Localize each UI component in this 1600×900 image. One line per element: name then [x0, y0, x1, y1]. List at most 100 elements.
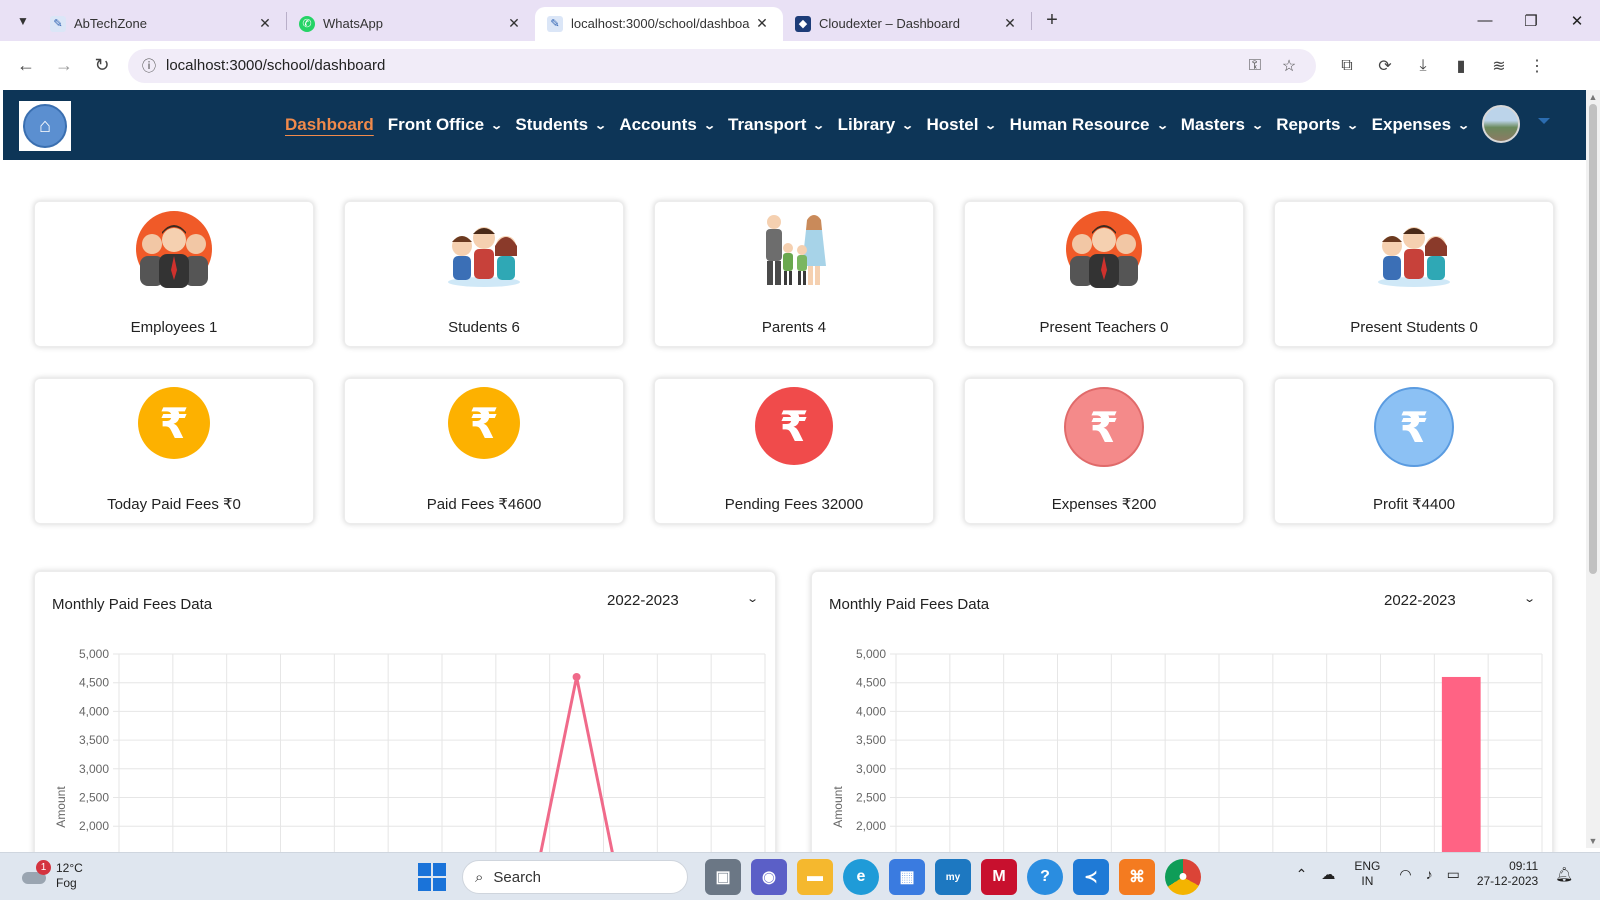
fee-card-paid[interactable]: ₹ Paid Fees ₹4600 [344, 378, 624, 524]
password-key-icon[interactable]: ⚿ [1238, 57, 1272, 75]
forward-arrow-icon[interactable]: → [46, 48, 82, 84]
fee-card-profit[interactable]: ₹ Profit ₹4400 [1274, 378, 1554, 524]
fee-card-expenses[interactable]: ₹ Expenses ₹200 [964, 378, 1244, 524]
file-explorer-icon[interactable]: ▬ [797, 859, 833, 895]
tab-search-chevron-icon[interactable]: ▼ [8, 6, 38, 36]
stat-card-present-students[interactable]: Present Students 0 [1274, 201, 1554, 347]
tab-whatsapp[interactable]: ✆ WhatsApp ✕ [287, 7, 535, 41]
site-info-icon[interactable]: ⓘ [138, 56, 160, 76]
tab-title: Cloudexter – Dashboard [819, 16, 960, 31]
close-tab-icon[interactable]: ✕ [753, 15, 771, 32]
weather-widget[interactable]: 1 12°C Fog [20, 860, 83, 891]
chrome-icon[interactable]: ● [1165, 859, 1201, 895]
stat-card-employees[interactable]: Employees 1 [34, 201, 314, 347]
edge-icon[interactable]: e [843, 859, 879, 895]
xampp-icon[interactable]: ⌘ [1119, 859, 1155, 895]
scroll-up-icon[interactable]: ▲ [1586, 92, 1600, 102]
tab-title: AbTechZone [74, 16, 147, 31]
nav-hostel[interactable]: Hostel ⌄ [926, 115, 997, 135]
avatar[interactable] [1482, 105, 1520, 143]
parents-icon [766, 215, 826, 285]
fee-card-today-paid[interactable]: ₹ Today Paid Fees ₹0 [34, 378, 314, 524]
chevron-down-icon: ⌄ [490, 119, 504, 132]
tab-abtechzone[interactable]: ✎ AbTechZone ✕ [38, 7, 286, 41]
nav-dashboard[interactable]: Dashboard [285, 115, 374, 135]
extensions-puzzle-icon[interactable]: ⧉ [1328, 57, 1366, 75]
wifi-icon[interactable]: ◠ [1399, 866, 1411, 883]
nav-label: Front Office [387, 115, 485, 134]
main-menu: Dashboard Front Office ⌄ Students ⌄ Accoun… [285, 90, 1482, 160]
mysql-workbench-icon[interactable]: my [935, 859, 971, 895]
rupee-icon: ₹ [755, 387, 833, 465]
tab-localhost-dashboard[interactable]: ✎ localhost:3000/school/dashboa ✕ [535, 6, 783, 41]
localhost-favicon-icon: ✎ [547, 15, 563, 32]
system-clock[interactable]: 09:11 27-12-2023 [1477, 859, 1538, 889]
new-tab-plus-icon[interactable]: + [1038, 9, 1066, 32]
scroll-down-icon[interactable]: ▼ [1586, 836, 1600, 846]
chevron-down-icon: ⌄ [1522, 593, 1536, 605]
minimize-icon[interactable]: — [1462, 0, 1508, 41]
download-icon[interactable]: ⤓ [1404, 57, 1442, 75]
scrollbar-thumb[interactable] [1589, 104, 1597, 574]
close-tab-icon[interactable]: ✕ [1001, 15, 1019, 32]
bookmark-star-icon[interactable]: ☆ [1272, 56, 1306, 76]
tab-cloudexter[interactable]: ◆ Cloudexter – Dashboard ✕ [783, 7, 1031, 41]
year-select[interactable]: 2022-2023 ⌄ [607, 592, 759, 609]
y-tick-label: 5,000 [856, 647, 886, 661]
url-text[interactable]: localhost:3000/school/dashboard [166, 57, 1238, 74]
windows-start-icon[interactable] [418, 863, 446, 891]
language-indicator[interactable]: ENG IN [1354, 859, 1380, 889]
nav-front-office[interactable]: Front Office ⌄ [387, 115, 504, 135]
nav-library[interactable]: Library ⌄ [838, 115, 915, 135]
sync-icon[interactable]: ⟳ [1366, 56, 1404, 76]
teachers-icon [1066, 211, 1142, 288]
nav-accounts[interactable]: Accounts ⌄ [619, 115, 716, 135]
show-hidden-icons-chevron-icon[interactable]: ⌃ [1296, 866, 1308, 883]
stat-card-parents[interactable]: Parents 4 [654, 201, 934, 347]
profile-extension-icon[interactable]: ≋ [1480, 56, 1518, 76]
battery-icon[interactable]: ▭ [1447, 866, 1460, 883]
nav-expenses[interactable]: Expenses ⌄ [1372, 115, 1470, 135]
browser-toolbar: ← → ↻ ⓘ localhost:3000/school/dashboard … [0, 41, 1600, 90]
browser-menu-icon[interactable]: ⋮ [1518, 56, 1556, 76]
help-icon[interactable]: ? [1027, 859, 1063, 895]
nav-reports[interactable]: Reports ⌄ [1276, 115, 1359, 135]
stat-label: Parents 4 [761, 319, 827, 336]
y-tick-label: 3,000 [856, 762, 886, 776]
caret-down-icon[interactable] [1538, 118, 1550, 124]
close-tab-icon[interactable]: ✕ [256, 15, 274, 32]
school-logo[interactable]: ⌂ [19, 101, 71, 151]
stat-label: Present Teachers 0 [1039, 319, 1169, 336]
year-select[interactable]: 2022-2023 ⌄ [1384, 592, 1536, 609]
nav-transport[interactable]: Transport ⌄ [728, 115, 825, 135]
nav-masters[interactable]: Masters ⌄ [1181, 115, 1264, 135]
nav-label: Human Resource [1009, 115, 1150, 134]
y-tick-label: 2,000 [856, 819, 886, 833]
teams-chat-icon[interactable]: ◉ [751, 859, 787, 895]
chevron-down-icon: ⌄ [901, 119, 915, 132]
reload-icon[interactable]: ↻ [84, 48, 120, 84]
mcafee-icon[interactable]: M [981, 859, 1017, 895]
close-window-icon[interactable]: ✕ [1554, 0, 1600, 41]
page-scrollbar[interactable]: ▲ ▼ [1586, 90, 1600, 848]
back-arrow-icon[interactable]: ← [8, 48, 44, 84]
ms-store-icon[interactable]: ▦ [889, 859, 925, 895]
stat-card-students[interactable]: Students 6 [344, 201, 624, 347]
close-tab-icon[interactable]: ✕ [505, 15, 523, 32]
side-panel-icon[interactable]: ▮ [1442, 56, 1480, 76]
notification-bell-icon[interactable]: 🔔︎ [1555, 866, 1573, 883]
volume-icon[interactable]: ♪ [1426, 866, 1433, 882]
rupee-icon: ₹ [138, 387, 210, 459]
fee-card-pending[interactable]: ₹ Pending Fees 32000 [654, 378, 934, 524]
restore-icon[interactable]: ❐ [1508, 0, 1554, 41]
stat-card-present-teachers[interactable]: Present Teachers 0 [964, 201, 1244, 347]
app-header: ⌂ Dashboard Front Office ⌄ Students ⌄ Acco… [3, 90, 1586, 160]
onedrive-icon[interactable]: ☁ [1321, 866, 1335, 883]
address-bar[interactable]: ⓘ localhost:3000/school/dashboard ⚿ ☆ [128, 48, 1316, 83]
taskbar-search[interactable]: ⌕ Search [462, 860, 688, 894]
nav-students[interactable]: Students ⌄ [515, 115, 607, 135]
nav-human-resource[interactable]: Human Resource ⌄ [1009, 115, 1169, 135]
task-view-icon[interactable]: ▣ [705, 859, 741, 895]
y-tick-label: 4,000 [79, 704, 109, 718]
vscode-icon[interactable]: ≺ [1073, 859, 1109, 895]
